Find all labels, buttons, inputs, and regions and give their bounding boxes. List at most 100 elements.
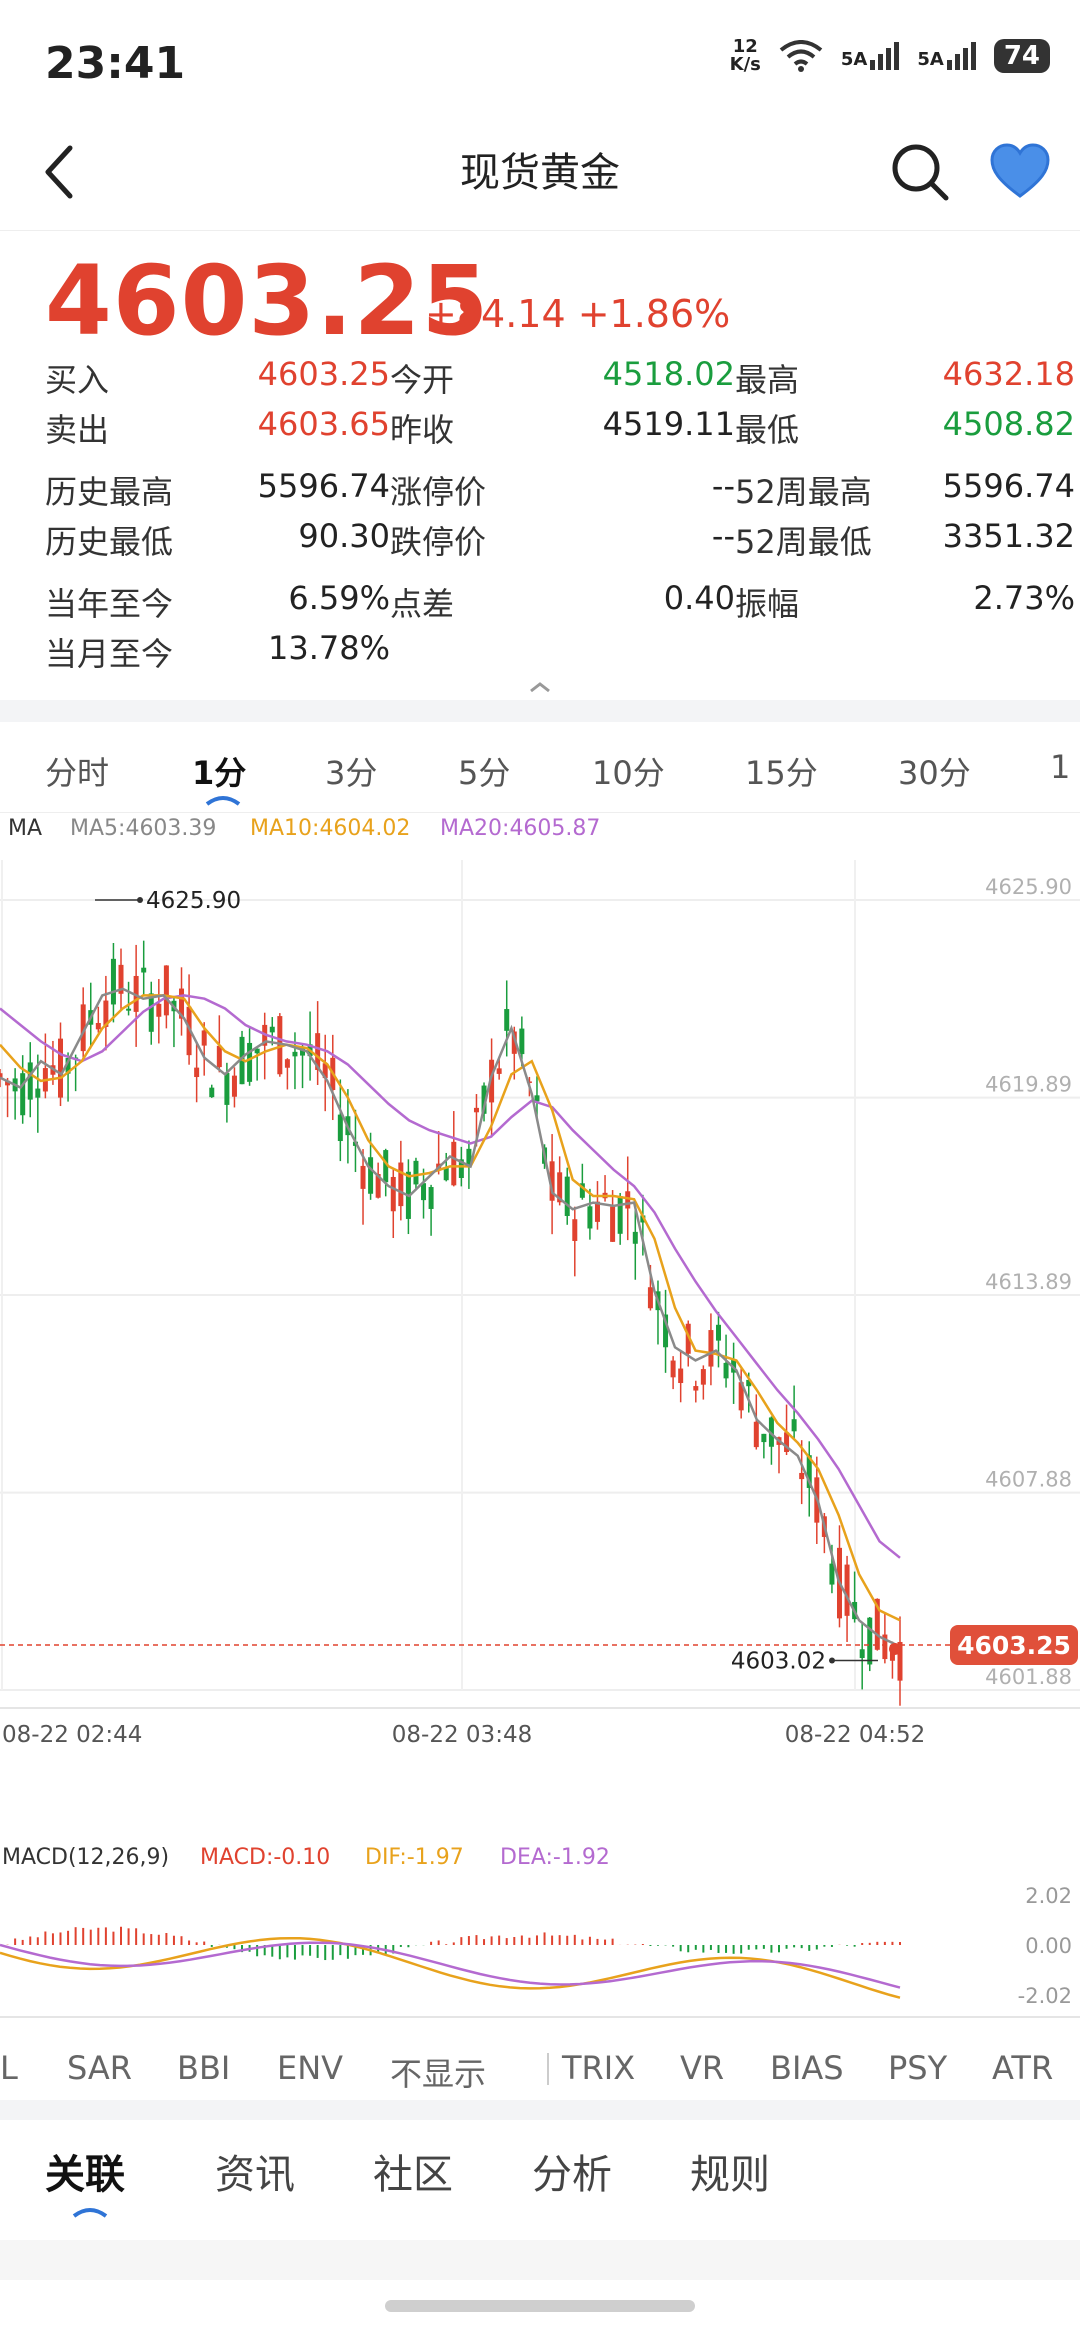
macd-tick-label: -2.02 — [1018, 1984, 1072, 2008]
candle-body — [428, 1187, 434, 1209]
ind-tab[interactable]: VR — [680, 2049, 724, 2087]
stat-label: 涨停价 — [390, 473, 487, 511]
candle-body — [564, 1176, 570, 1216]
candle-body — [20, 1073, 26, 1116]
status-bar: 23:41 12 K/s 5A 5A 74 — [0, 0, 1080, 120]
candle-body — [647, 1287, 653, 1309]
ma-label: MA — [8, 816, 43, 841]
section-divider — [0, 700, 1080, 722]
stat-label: 跌停价 — [390, 523, 487, 561]
candle-body — [693, 1386, 699, 1391]
stats-row: 卖出 4603.65 昨收 4519.11 最低 4508.82 — [45, 405, 1075, 453]
candle-body — [337, 1114, 343, 1142]
ind-tab[interactable]: TRIX — [562, 2049, 635, 2087]
ind-tab[interactable]: BIAS — [770, 2049, 844, 2087]
stats-row: 当月至今 13.78% — [45, 629, 1045, 677]
tab-15min[interactable]: 15分 — [745, 748, 818, 794]
active-tab-indicator-icon — [72, 2208, 108, 2218]
current-price-dot — [889, 1642, 901, 1655]
candle-body — [368, 1157, 374, 1194]
macd-tick-label: 2.02 — [1025, 1884, 1072, 1908]
ind-tab[interactable]: BBI — [177, 2049, 230, 2087]
candle-body — [670, 1360, 676, 1378]
candle-body — [504, 1009, 510, 1031]
tab-10min[interactable]: 10分 — [592, 748, 665, 794]
candle-body — [398, 1162, 404, 1207]
stat-value: 5596.74 — [942, 467, 1075, 505]
candle-body — [269, 1026, 275, 1033]
ma20-legend: MA20:4605.87 — [440, 816, 601, 841]
candle-body — [95, 1022, 101, 1030]
favorite-heart-icon[interactable] — [988, 142, 1052, 200]
stat-value: 5596.74 — [257, 467, 390, 505]
stat-label: 振幅 — [735, 585, 800, 623]
stats-row: 历史最高 5596.74 涨停价 -- 52周最高 5596.74 — [45, 467, 1075, 515]
candle-body — [413, 1160, 419, 1185]
signal2-label: 5A — [917, 49, 944, 70]
current-price: 4603.25 — [45, 245, 490, 357]
tab-fenshi[interactable]: 分时 — [45, 748, 109, 794]
candle-body — [617, 1196, 623, 1234]
ind-tab[interactable]: SAR — [67, 2049, 132, 2087]
stat-value: 13.78% — [267, 629, 390, 667]
candle-body — [141, 967, 147, 973]
candle-body — [859, 1649, 865, 1659]
candle-body — [844, 1564, 850, 1616]
ma5-legend: MA5:4603.39 — [70, 816, 217, 841]
candle-body — [126, 1008, 132, 1011]
candle-body — [799, 1472, 805, 1480]
candle-body — [753, 1421, 759, 1448]
ind-tab[interactable]: PSY — [888, 2049, 947, 2087]
bottom-tabs: 关联 资讯 社区 分析 规则 — [0, 2120, 1080, 2240]
ind-tab[interactable]: ATR — [992, 2049, 1053, 2087]
tab-analysis[interactable]: 分析 — [532, 2142, 612, 2200]
tab-1min[interactable]: 1分 — [192, 748, 246, 794]
candle-body — [390, 1176, 396, 1212]
candle-body — [632, 1231, 638, 1244]
stat-label: 最高 — [735, 361, 800, 399]
signal1-label: 5A — [840, 49, 868, 70]
candle-body — [360, 1165, 366, 1189]
ma10-legend: MA10:4604.02 — [250, 816, 411, 841]
candle-body — [247, 1042, 253, 1082]
tab-rules[interactable]: 规则 — [690, 2142, 770, 2200]
home-indicator[interactable] — [385, 2300, 695, 2312]
wifi-icon — [779, 40, 823, 72]
stat-label: 历史最高 — [45, 473, 174, 511]
y-tick-label: 4613.89 — [985, 1270, 1072, 1294]
stat-value: 0.40 — [663, 579, 735, 617]
candlestick-chart[interactable]: 4625.90 4619.89 4613.89 4607.88 4601.88 08-22… — [0, 860, 1080, 1800]
high-label: 4625.90 — [146, 888, 241, 914]
stat-label: 卖出 — [45, 411, 110, 449]
ind-tab[interactable]: ENV — [277, 2049, 343, 2087]
tab-3min[interactable]: 3分 — [325, 748, 377, 794]
candle-body — [791, 1419, 797, 1432]
search-icon[interactable] — [888, 140, 952, 204]
tab-related[interactable]: 关联 — [45, 2142, 125, 2200]
net-speed-indicator: 12 K/s — [729, 36, 761, 75]
candle-body — [473, 1107, 479, 1113]
ind-tab[interactable]: L — [0, 2049, 18, 2087]
tab-community[interactable]: 社区 — [373, 2142, 453, 2200]
x-tick-label: 08-22 03:48 — [392, 1722, 532, 1748]
macd-name: MACD(12,26,9) — [2, 1845, 170, 1870]
collapse-chevron-icon[interactable] — [528, 680, 552, 694]
ind-tab[interactable]: 不显示 — [390, 2049, 486, 2095]
tab-30min[interactable]: 30分 — [898, 748, 971, 794]
section-divider — [0, 2100, 1080, 2120]
candle-body — [216, 1045, 222, 1068]
dif-value: DIF:-1.97 — [365, 1845, 464, 1870]
nav-header: 现货黄金 — [0, 120, 1080, 231]
tab-more[interactable]: 1 — [1050, 748, 1070, 786]
active-tab-indicator-icon — [205, 796, 241, 806]
tab-5min[interactable]: 5分 — [458, 748, 510, 794]
stat-value: 4519.11 — [602, 405, 735, 443]
high-marker-dot — [137, 897, 143, 903]
candle-body — [708, 1330, 714, 1367]
candle-body — [715, 1324, 721, 1341]
candle-body — [572, 1219, 578, 1241]
tab-news[interactable]: 资讯 — [215, 2142, 295, 2200]
footer-area — [0, 2240, 1080, 2280]
status-time: 23:41 — [45, 38, 186, 89]
stat-label: 52周最低 — [735, 523, 872, 561]
